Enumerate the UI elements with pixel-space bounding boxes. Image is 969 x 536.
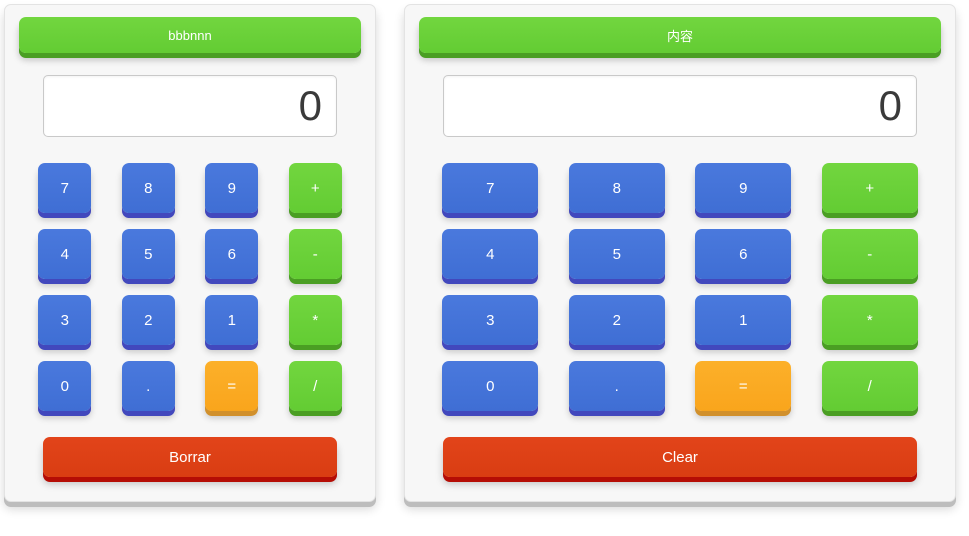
key-dot-right[interactable]: .: [568, 361, 665, 411]
calculator-panel-left: bbbnnn 789 +456- 321 * 0. = / Borrar: [4, 4, 376, 502]
calculator-panel-right: 内容 789 +456- 321 * 0. = / Clear: [404, 4, 956, 502]
key-5-left[interactable]: 5: [121, 229, 175, 279]
display-input-right[interactable]: [443, 75, 917, 137]
calculator-header-button-left[interactable]: bbbnnn: [19, 17, 361, 53]
calculators-stage: bbbnnn 789+456-321*0.=/ Borrar 内容 789+45…: [0, 0, 969, 536]
key-2-left[interactable]: 2: [121, 295, 175, 345]
key-4-left[interactable]: 4: [38, 229, 92, 279]
clear-container-left: Borrar: [19, 437, 361, 477]
key-0-right[interactable]: 0: [442, 361, 539, 411]
calculator-header-button-right[interactable]: 内容: [419, 17, 941, 53]
key-plus-left[interactable]: +: [288, 163, 342, 213]
key-equals-left[interactable]: =: [205, 361, 259, 411]
clear-button-left[interactable]: Borrar: [43, 437, 337, 477]
key-0-left[interactable]: 0: [38, 361, 92, 411]
key-9-right[interactable]: 9: [695, 163, 792, 213]
key-7-left[interactable]: 7: [38, 163, 92, 213]
key-minus-right[interactable]: -: [821, 229, 918, 279]
key-7-right[interactable]: 7: [442, 163, 539, 213]
key-9-left[interactable]: 9: [205, 163, 259, 213]
key-plus-right[interactable]: +: [821, 163, 918, 213]
key-5-right[interactable]: 5: [568, 229, 665, 279]
key-3-right[interactable]: 3: [442, 295, 539, 345]
display-container-right: [419, 75, 941, 137]
display-container-left: [19, 75, 361, 137]
keypad-left: 7 8 9 +4 5 6- 3 2 1 * 0. = /: [19, 163, 361, 411]
key-6-left[interactable]: 6: [205, 229, 259, 279]
key-minus-left[interactable]: -: [288, 229, 342, 279]
key-4-right[interactable]: 4: [442, 229, 539, 279]
key-8-left[interactable]: 8: [121, 163, 175, 213]
key-8-right[interactable]: 8: [568, 163, 665, 213]
key-multiply-left[interactable]: *: [288, 295, 342, 345]
key-3-left[interactable]: 3: [38, 295, 92, 345]
key-multiply-right[interactable]: *: [821, 295, 918, 345]
keypad-right: 7 8 9 +4 5 6- 3 2 1 * 0. = /: [419, 163, 941, 411]
key-1-right[interactable]: 1: [695, 295, 792, 345]
clear-container-right: Clear: [419, 437, 941, 477]
key-equals-right[interactable]: =: [695, 361, 792, 411]
key-dot-left[interactable]: .: [121, 361, 175, 411]
key-divide-left[interactable]: /: [288, 361, 342, 411]
key-1-left[interactable]: 1: [205, 295, 259, 345]
key-divide-right[interactable]: /: [821, 361, 918, 411]
clear-button-right[interactable]: Clear: [443, 437, 917, 477]
key-6-right[interactable]: 6: [695, 229, 792, 279]
key-2-right[interactable]: 2: [568, 295, 665, 345]
display-input-left[interactable]: [43, 75, 337, 137]
